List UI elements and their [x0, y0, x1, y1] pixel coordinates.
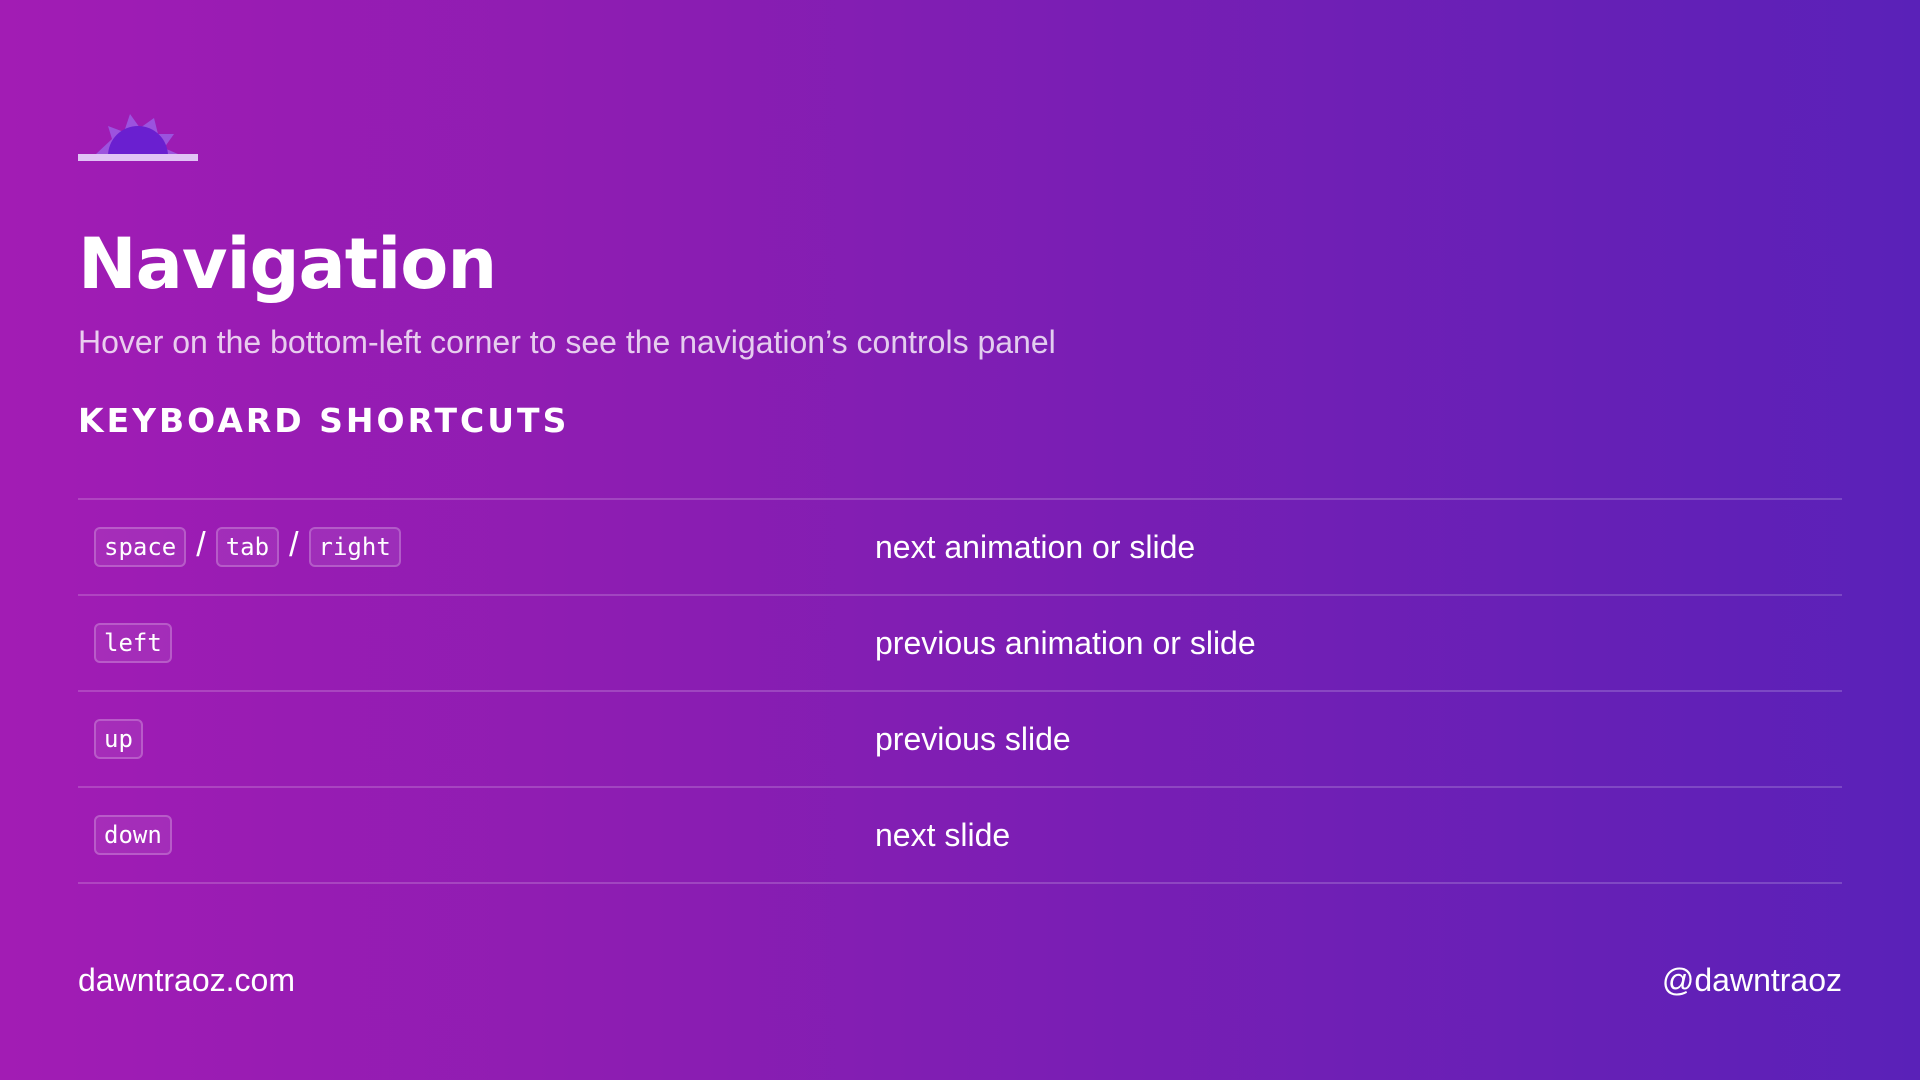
key-space: space: [94, 527, 187, 567]
shortcut-row: left previous animation or slide: [78, 596, 1842, 692]
footer-handle: @dawntraoz: [1661, 962, 1842, 998]
shortcut-description: previous slide: [875, 721, 1071, 757]
shortcut-keys: up: [78, 719, 875, 759]
key-up: up: [94, 719, 143, 759]
shortcut-keys: down: [78, 815, 875, 855]
key-right: right: [308, 527, 401, 567]
key-tab: tab: [215, 527, 280, 567]
section-heading: KEYBOARD SHORTCUTS: [78, 401, 570, 440]
key-separator: /: [196, 525, 206, 564]
key-separator: /: [289, 525, 299, 564]
page-subtitle: Hover on the bottom-left corner to see t…: [78, 324, 1056, 360]
key-down: down: [94, 815, 172, 855]
shortcut-keys: left: [78, 623, 875, 663]
key-left: left: [94, 623, 172, 663]
slide: Navigation Hover on the bottom-left corn…: [0, 0, 1920, 1080]
shortcut-description: next slide: [875, 817, 1011, 853]
shortcut-description: previous animation or slide: [875, 625, 1256, 661]
shortcut-row: up previous slide: [78, 692, 1842, 788]
shortcut-row: space / tab / right next animation or sl…: [78, 500, 1842, 596]
shortcut-description: next animation or slide: [875, 529, 1196, 565]
page-title: Navigation: [78, 223, 497, 305]
footer-website: dawntraoz.com: [78, 962, 295, 998]
sunrise-logo-icon: [78, 114, 198, 161]
shortcut-keys: space / tab / right: [78, 525, 875, 567]
shortcut-table: space / tab / right next animation or sl…: [78, 498, 1842, 884]
shortcut-row: down next slide: [78, 788, 1842, 884]
